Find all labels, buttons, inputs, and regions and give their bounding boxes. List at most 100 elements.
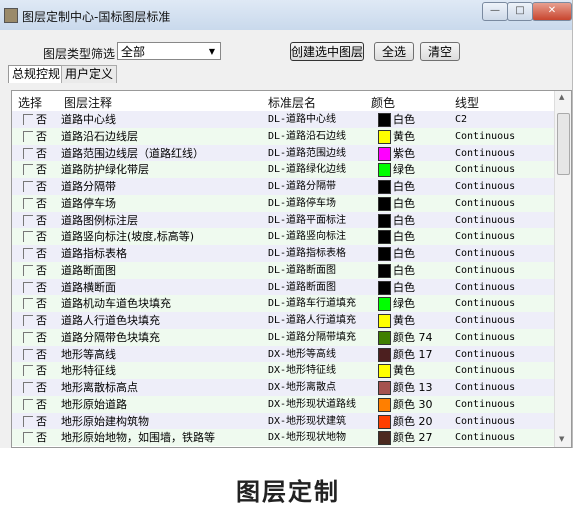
color-swatch[interactable]: [378, 230, 391, 245]
table-row[interactable]: 否 道路竖向标注(坡度,标高等) DL-道路竖向标注 白色 Continuous: [12, 228, 554, 247]
row-note: 道路竖向标注(坡度,标高等): [61, 230, 195, 244]
table-row[interactable]: 否 道路分隔带 DL-道路分隔带 白色 Continuous: [12, 178, 554, 196]
row-linetype: Continuous: [455, 331, 516, 343]
header-linetype[interactable]: 线型: [455, 94, 479, 111]
row-checkbox[interactable]: [23, 432, 33, 444]
row-checkbox[interactable]: [23, 315, 33, 326]
table-row[interactable]: 否 地形特征线 DX-地形特征线 黄色 Continuous: [12, 362, 554, 381]
maximize-button[interactable]: □: [507, 2, 533, 21]
row-checkbox[interactable]: [23, 197, 33, 209]
layer-type-select[interactable]: 全部 ▼: [117, 42, 221, 60]
select-all-button[interactable]: 全选: [374, 42, 414, 61]
header-select[interactable]: 选择: [18, 94, 42, 111]
color-swatch[interactable]: [378, 163, 391, 178]
vertical-scrollbar[interactable]: ▲ ▼: [554, 91, 571, 447]
table-row[interactable]: 否 道路断面图 DL-道路断面图 白色 Continuous: [12, 261, 554, 280]
row-checkbox[interactable]: [23, 398, 33, 410]
row-checkbox[interactable]: [23, 348, 33, 360]
row-checkbox[interactable]: [23, 231, 33, 243]
row-checkbox[interactable]: [23, 130, 33, 142]
table-row[interactable]: 否 道路分隔带色块填充 DL-道路分隔带填充 颜色 74 Continuous: [12, 328, 554, 347]
row-checkbox[interactable]: [23, 181, 33, 192]
tab-user-defined[interactable]: 用户定义: [61, 65, 118, 83]
row-std-name: DL-道路指标表格: [268, 248, 347, 259]
table-row[interactable]: 否 道路图例标注层 DL-道路平面标注 白色 Continuous: [12, 211, 554, 230]
row-checkbox[interactable]: [23, 147, 33, 159]
row-color: 黄色: [393, 314, 415, 327]
row-checkbox[interactable]: [23, 248, 33, 259]
table-row[interactable]: 否 道路指标表格 DL-道路指标表格 白色 Continuous: [12, 245, 554, 263]
row-note: 道路断面图: [61, 263, 116, 277]
table-row[interactable]: 否 道路机动车道色块填充 DL-道路车行道填充 绿色 Continuous: [12, 295, 554, 314]
row-checkbox[interactable]: [23, 264, 33, 276]
row-checkbox[interactable]: [23, 382, 33, 393]
row-checkbox[interactable]: [23, 331, 33, 343]
color-swatch[interactable]: [378, 314, 391, 328]
color-swatch[interactable]: [378, 180, 391, 194]
row-linetype: Continuous: [455, 197, 516, 209]
table-row[interactable]: 否 地形等高线 DX-地形等高线 颜色 17 Continuous: [12, 345, 554, 364]
table-row[interactable]: 否 道路停车场 DL-道路停车场 白色 Continuous: [12, 194, 554, 213]
row-checkbox[interactable]: [23, 281, 33, 293]
row-check-text: 否: [36, 129, 47, 143]
table-row[interactable]: 否 地形原始地物，如围墙，铁路等 DX-地形现状地物 颜色 27 Continu…: [12, 429, 554, 447]
row-checkbox[interactable]: [23, 114, 33, 125]
table-row[interactable]: 否 道路人行道色块填充 DL-道路人行道填充 黄色 Continuous: [12, 312, 554, 330]
scroll-up-icon[interactable]: ▲: [559, 93, 564, 101]
row-checkbox[interactable]: [23, 365, 33, 377]
row-checkbox[interactable]: [23, 214, 33, 226]
color-swatch[interactable]: [378, 431, 391, 446]
table-row[interactable]: 否 地形原始建构筑物 DX-地形现状建筑 颜色 20 Continuous: [12, 412, 554, 431]
row-color: 紫色: [393, 146, 415, 160]
minimize-button[interactable]: —: [482, 2, 508, 21]
scroll-down-icon[interactable]: ▼: [559, 435, 564, 443]
color-swatch[interactable]: [378, 196, 391, 211]
table-row[interactable]: 否 道路横断面 DL-道路断面图 白色 Continuous: [12, 278, 554, 297]
table-row[interactable]: 否 道路沿石边线层 DL-道路沿石边线 黄色 Continuous: [12, 127, 554, 146]
clear-button[interactable]: 清空: [420, 42, 460, 61]
layer-type-value: 全部: [121, 45, 146, 59]
header-note[interactable]: 图层注释: [64, 94, 112, 111]
table-row[interactable]: 否 道路防护绿化带层 DL-道路绿化边线 绿色 Continuous: [12, 161, 554, 180]
color-swatch[interactable]: [378, 113, 391, 127]
row-checkbox[interactable]: [23, 415, 33, 427]
row-linetype: Continuous: [455, 281, 516, 293]
color-swatch[interactable]: [378, 146, 391, 161]
table-row[interactable]: 否 道路范围边线层（道路红线） DL-道路范围边线 紫色 Continuous: [12, 144, 554, 163]
row-checkbox[interactable]: [23, 164, 33, 176]
header-std-name[interactable]: 标准层名: [268, 94, 316, 111]
color-swatch[interactable]: [378, 381, 391, 395]
close-button[interactable]: ✕: [532, 2, 572, 21]
color-swatch[interactable]: [378, 330, 391, 345]
row-std-name: DL-道路分隔带: [268, 181, 337, 192]
row-note: 道路人行道色块填充: [61, 314, 160, 327]
create-selected-layers-button[interactable]: 创建选中图层: [290, 42, 364, 61]
color-swatch[interactable]: [378, 347, 391, 362]
row-check-text: 否: [36, 397, 47, 411]
tab-general-control[interactable]: 总规控规: [8, 65, 65, 83]
row-checkbox[interactable]: [23, 298, 33, 310]
row-std-name: DX-地形现状地物: [268, 432, 347, 444]
row-color: 白色: [393, 113, 415, 126]
row-check-text: 否: [36, 230, 47, 244]
row-note: 道路指标表格: [61, 247, 127, 260]
layer-window: 图层定制中心-国标图层标准 — □ ✕ 图层类型筛选： 全部 ▼ 创建选中图层 …: [0, 0, 573, 448]
table-row[interactable]: 否 道路中心线 DL-道路中心线 白色 C2: [12, 111, 554, 129]
color-swatch[interactable]: [378, 263, 391, 278]
row-check-text: 否: [36, 180, 47, 193]
color-swatch[interactable]: [378, 397, 391, 412]
color-swatch[interactable]: [378, 213, 391, 228]
color-swatch[interactable]: [378, 129, 391, 144]
scrollbar-thumb[interactable]: [557, 113, 570, 175]
header-color[interactable]: 颜色: [371, 94, 395, 111]
row-linetype: Continuous: [455, 147, 516, 159]
table-row[interactable]: 否 地形离散标高点 DX-地形离散点 颜色 13 Continuous: [12, 379, 554, 397]
color-swatch[interactable]: [378, 297, 391, 312]
row-check-text: 否: [36, 113, 47, 126]
row-linetype: Continuous: [455, 130, 516, 142]
color-swatch[interactable]: [378, 280, 391, 295]
color-swatch[interactable]: [378, 364, 391, 379]
color-swatch[interactable]: [378, 414, 391, 429]
color-swatch[interactable]: [378, 247, 391, 261]
table-row[interactable]: 否 地形原始道路 DX-地形现状道路线 颜色 30 Continuous: [12, 395, 554, 414]
